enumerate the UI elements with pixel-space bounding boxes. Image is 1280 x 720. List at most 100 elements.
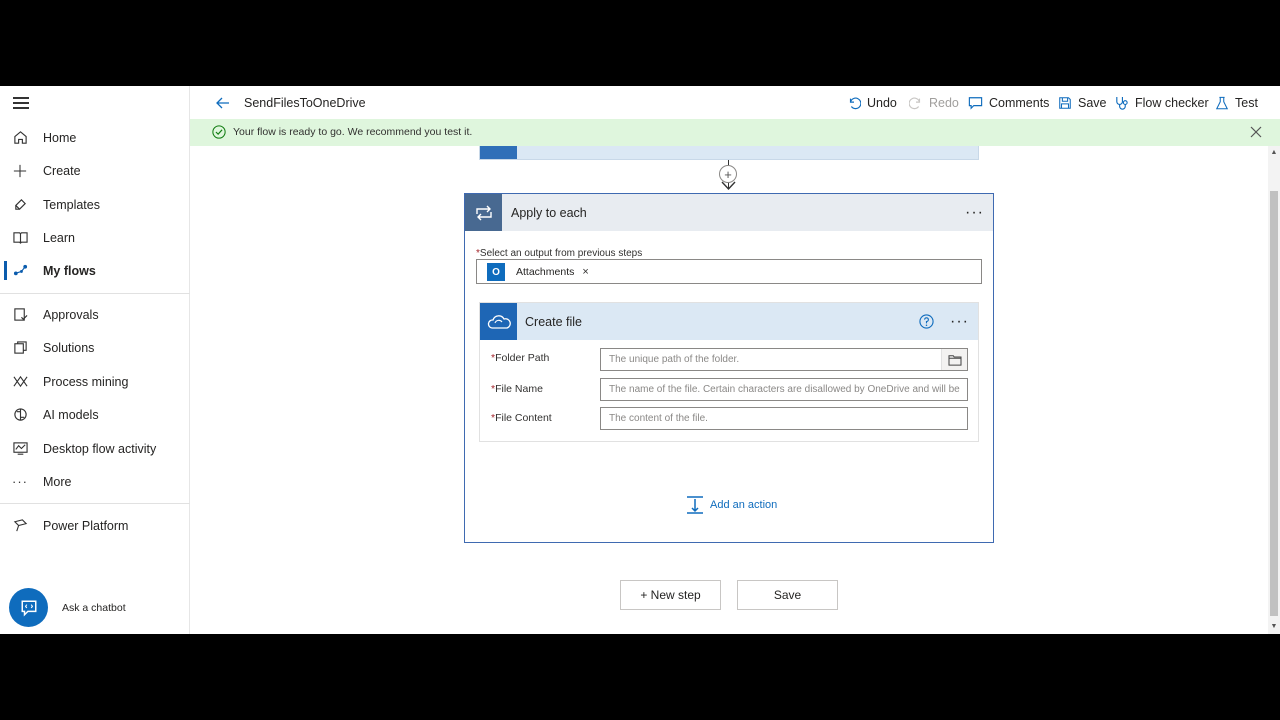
sidebar-item-home[interactable]: Home: [0, 121, 190, 154]
file-content-input[interactable]: The content of the file.: [600, 407, 968, 430]
attachments-token[interactable]: O Attachments ×: [487, 263, 589, 281]
chatbot-icon: [21, 600, 36, 617]
sidebar-item-label: My flows: [43, 263, 96, 278]
file-content-label: *File Content: [491, 412, 552, 424]
flow-title: SendFilesToOneDrive: [244, 96, 366, 110]
save-icon: [1059, 97, 1071, 109]
create-file-card[interactable]: Create file ··· *Folder Path The unique …: [479, 302, 979, 442]
apply-to-each-card[interactable]: Apply to each ··· *Select an output from…: [464, 193, 994, 543]
undo-button[interactable]: Undo: [847, 94, 897, 112]
outlook-icon: [480, 146, 517, 159]
check-circle-icon: [212, 125, 226, 139]
file-name-label: *File Name: [491, 383, 543, 395]
more-options-icon[interactable]: ···: [950, 314, 969, 330]
canvas-scrollbar[interactable]: ▲ ▼: [1268, 146, 1280, 634]
select-output-label: *Select an output from previous steps: [476, 248, 643, 259]
sidebar-item-learn[interactable]: Learn: [0, 221, 190, 254]
ai-models-icon: [12, 407, 28, 423]
comments-label: Comments: [989, 96, 1050, 110]
solutions-icon: [12, 340, 28, 356]
process-mining-icon: [12, 374, 28, 390]
add-action-icon: [687, 496, 703, 514]
sidebar-item-label: Learn: [43, 230, 75, 245]
more-icon: ···: [12, 474, 28, 489]
folder-path-label: *Folder Path: [491, 352, 550, 364]
home-icon: [12, 130, 28, 146]
select-output-input[interactable]: O Attachments ×: [476, 259, 982, 284]
folder-picker-button[interactable]: [941, 349, 967, 370]
sidebar-divider: [0, 503, 190, 504]
sidebar-item-label: Power Platform: [43, 518, 129, 533]
redo-icon: [909, 97, 921, 110]
add-an-action-button[interactable]: Add an action: [686, 496, 777, 514]
undo-icon: [849, 97, 861, 110]
book-icon: [12, 230, 28, 246]
comment-icon: [968, 97, 983, 110]
scroll-up-icon[interactable]: ▲: [1270, 149, 1278, 157]
apply-to-each-title: Apply to each: [511, 206, 587, 220]
test-label: Test: [1235, 96, 1258, 110]
sidebar-item-ai-models[interactable]: AI models: [0, 398, 190, 431]
success-banner: Your flow is ready to go. We recommend y…: [190, 119, 1280, 146]
desktop-activity-icon: [12, 441, 28, 457]
sidebar: Home Create Templates Learn My flows App…: [0, 86, 190, 634]
sidebar-item-approvals[interactable]: Approvals: [0, 298, 190, 331]
sidebar-item-power-platform[interactable]: Power Platform: [0, 509, 190, 542]
sidebar-item-label: Process mining: [43, 374, 129, 389]
header-toolbar: SendFilesToOneDrive Undo Redo Comments S…: [190, 86, 1280, 119]
create-file-title: Create file: [525, 315, 582, 329]
comments-button[interactable]: Comments: [968, 94, 1049, 112]
flask-icon: [1215, 96, 1229, 109]
redo-label: Redo: [929, 96, 959, 110]
redo-button[interactable]: Redo: [909, 94, 959, 112]
previous-step-card[interactable]: [479, 146, 979, 160]
add-action-label: Add an action: [710, 499, 778, 511]
scroll-down-icon[interactable]: ▼: [1270, 623, 1278, 631]
approvals-icon: [12, 307, 28, 323]
flow-designer-canvas: + Apply to each ··· *Select an output fr…: [190, 146, 1268, 634]
folder-path-input[interactable]: The unique path of the folder.: [600, 348, 968, 371]
sidebar-item-label: More: [43, 474, 72, 489]
power-platform-icon: [12, 518, 28, 534]
sidebar-item-desktop-flow-activity[interactable]: Desktop flow activity: [0, 432, 190, 465]
power-automate-app: Home Create Templates Learn My flows App…: [0, 86, 1280, 634]
hamburger-menu-icon[interactable]: [13, 97, 29, 109]
loop-icon: [465, 194, 502, 231]
sidebar-divider: [0, 293, 190, 294]
help-icon[interactable]: [919, 314, 934, 329]
remove-token-icon[interactable]: ×: [582, 266, 588, 278]
more-options-icon[interactable]: ···: [965, 205, 984, 221]
scrollbar-thumb[interactable]: [1270, 191, 1278, 616]
flows-icon: [12, 263, 28, 279]
outlook-token-icon: O: [487, 263, 505, 281]
test-button[interactable]: Test: [1215, 94, 1258, 112]
flow-checker-label: Flow checker: [1135, 96, 1209, 110]
chatbot-button[interactable]: [9, 588, 48, 627]
sidebar-item-more[interactable]: ··· More: [0, 465, 190, 498]
flow-checker-button[interactable]: Flow checker: [1114, 94, 1209, 112]
sidebar-item-my-flows[interactable]: My flows: [0, 254, 190, 287]
sidebar-item-label: Solutions: [43, 340, 95, 355]
file-name-input[interactable]: The name of the file. Certain characters…: [600, 378, 968, 401]
undo-label: Undo: [867, 96, 897, 110]
sidebar-item-templates[interactable]: Templates: [0, 188, 190, 221]
sidebar-item-label: Approvals: [43, 307, 99, 322]
token-label: Attachments: [516, 266, 575, 278]
sidebar-item-create[interactable]: Create: [0, 154, 190, 187]
sidebar-item-process-mining[interactable]: Process mining: [0, 365, 190, 398]
close-icon[interactable]: [1250, 126, 1262, 138]
arrow-down-icon: [721, 181, 736, 191]
sidebar-item-label: AI models: [43, 407, 99, 422]
apply-to-each-header[interactable]: Apply to each ···: [465, 194, 993, 231]
create-file-header[interactable]: Create file ···: [480, 303, 978, 340]
chatbot-label: Ask a chatbot: [62, 602, 126, 614]
folder-icon: [947, 354, 962, 366]
sidebar-item-label: Templates: [43, 197, 100, 212]
new-step-button[interactable]: + New step: [620, 580, 721, 610]
save-toolbar-button[interactable]: Save: [1058, 94, 1107, 112]
back-arrow-icon[interactable]: [215, 95, 231, 111]
save-button[interactable]: Save: [737, 580, 838, 610]
plus-icon: [12, 163, 28, 179]
banner-message: Your flow is ready to go. We recommend y…: [233, 126, 473, 138]
sidebar-item-solutions[interactable]: Solutions: [0, 331, 190, 364]
